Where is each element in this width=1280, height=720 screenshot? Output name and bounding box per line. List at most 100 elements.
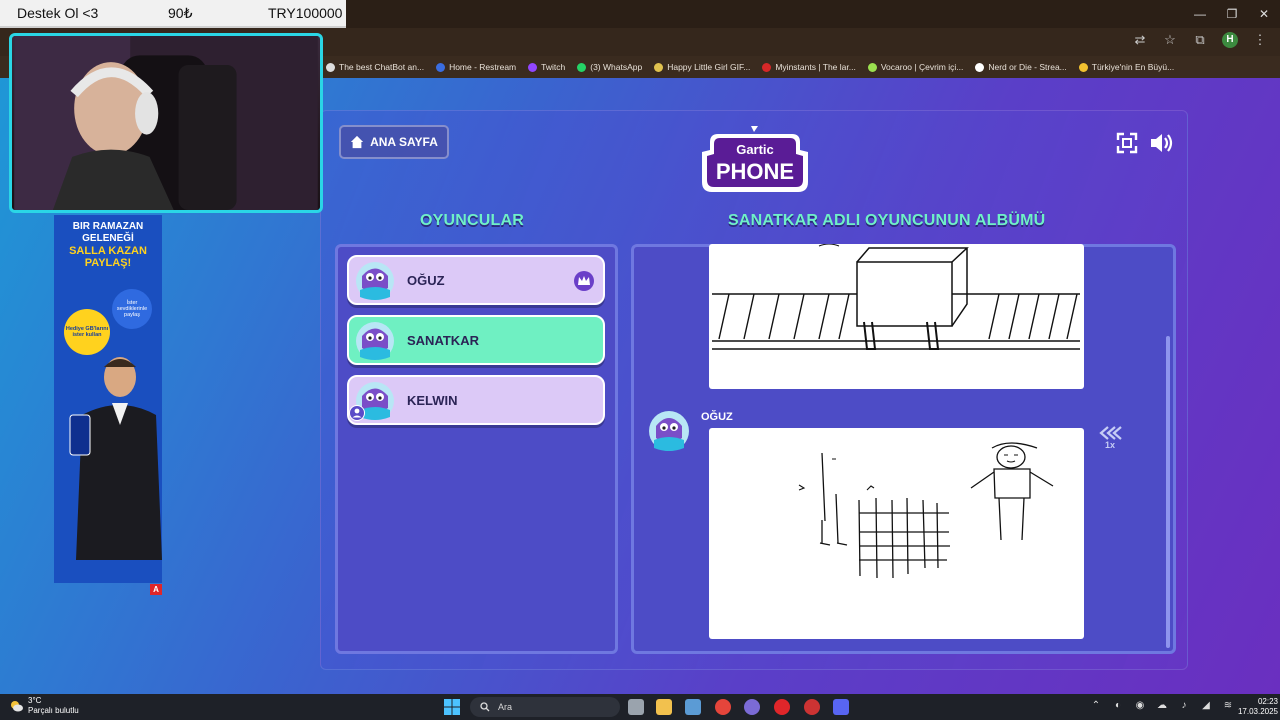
player-name: KELWIN xyxy=(407,392,458,408)
file-explorer-icon[interactable] xyxy=(656,699,672,715)
windows-start-icon[interactable] xyxy=(444,699,460,715)
fullscreen-icon[interactable] xyxy=(1116,132,1138,154)
bookmark-favicon-icon xyxy=(528,62,538,72)
user-icon xyxy=(349,405,365,421)
bookmark-favicon-icon xyxy=(577,62,587,72)
taskbar-search[interactable]: Ara xyxy=(470,697,620,717)
bookmark-label: Twitch xyxy=(541,62,566,72)
bookmark-item[interactable]: Twitch xyxy=(528,62,565,72)
rewind-icon xyxy=(1099,426,1122,440)
bookmark-favicon-icon xyxy=(762,62,772,72)
tray-mic-icon[interactable]: ♪ xyxy=(1178,700,1190,711)
players-panel xyxy=(335,244,618,654)
webcam-feed xyxy=(9,33,323,213)
discord-icon[interactable] xyxy=(833,699,849,715)
tray-edge-icon[interactable]: ◉ xyxy=(1134,700,1146,711)
search-icon xyxy=(480,702,490,712)
menu-icon[interactable]: ⋮ xyxy=(1252,32,1268,48)
tray-chevron-icon[interactable]: ⌃ xyxy=(1090,700,1102,711)
bookmark-item[interactable]: Nerd or Die - Strea... xyxy=(975,62,1067,72)
album-scrollbar[interactable] xyxy=(1166,336,1170,648)
windows-taskbar: 3°C Parçalı bulutlu Ara ⌃ ◐ ◉ ☁ ♪ ◢ ≋ 02… xyxy=(0,694,1280,720)
system-tray: ⌃ ◐ ◉ ☁ ♪ ◢ ≋ xyxy=(1090,700,1234,711)
bookmark-item[interactable]: Happy Little Girl GIF... xyxy=(654,62,750,72)
translate-icon[interactable]: ⇄ xyxy=(1132,32,1148,48)
crown-icon xyxy=(573,270,595,292)
home-icon xyxy=(350,135,364,149)
clock-time: 02:23 xyxy=(1257,697,1278,706)
bookmark-item[interactable]: Vocaroo | Çevrim içi... xyxy=(867,62,964,72)
bookmark-item[interactable]: The best ChatBot an... xyxy=(326,62,424,72)
logo-top-text: Gartic xyxy=(736,142,774,157)
tray-network-icon[interactable]: ≋ xyxy=(1222,700,1234,711)
bookmark-label: Myinstants | The lar... xyxy=(775,62,856,72)
weather-desc: Parçalı bulutlu xyxy=(28,706,79,715)
bookmark-item[interactable]: Home - Restream xyxy=(436,62,516,72)
home-button[interactable]: ANA SAYFA xyxy=(339,125,449,159)
task-view-icon[interactable] xyxy=(628,699,644,715)
extensions-icon[interactable]: ⧉ xyxy=(1192,32,1208,48)
players-heading: OYUNCULAR xyxy=(420,212,525,229)
album-drawing-2 xyxy=(709,428,1084,639)
speed-toggle[interactable]: 1x xyxy=(1097,426,1123,456)
album-drawing-1 xyxy=(709,244,1084,389)
app-icon-purple[interactable] xyxy=(744,699,760,715)
opera-icon[interactable] xyxy=(774,699,790,715)
player-avatar xyxy=(355,321,395,361)
donation-label: Destek Ol <3 xyxy=(17,5,99,21)
player-card[interactable]: KELWIN xyxy=(347,375,605,425)
tray-app-icon[interactable]: ◐ xyxy=(1112,700,1124,711)
restore-icon[interactable]: ❐ xyxy=(1216,0,1248,28)
star-icon[interactable]: ☆ xyxy=(1162,32,1178,48)
bookmark-favicon-icon xyxy=(975,62,985,72)
bookmark-favicon-icon xyxy=(654,62,664,72)
app-icon-red[interactable] xyxy=(804,699,820,715)
minimize-icon[interactable]: — xyxy=(1184,0,1216,28)
bookmark-item[interactable]: Myinstants | The lar... xyxy=(762,62,856,72)
tray-cloud-icon[interactable]: ☁ xyxy=(1156,700,1168,711)
author-avatar xyxy=(649,411,689,451)
ad-banner[interactable]: BIR RAMAZAN GELENEĞİ SALLA KAZAN PAYLAŞ!… xyxy=(54,215,162,583)
bookmark-label: The best ChatBot an... xyxy=(339,62,425,72)
bookmark-favicon-icon xyxy=(326,62,335,72)
weather-temp: 3°C xyxy=(28,696,42,705)
weather-widget[interactable]: 3°C Parçalı bulutlu xyxy=(10,696,79,716)
bookmark-item[interactable]: (3) WhatsApp xyxy=(577,62,642,72)
home-button-label: ANA SAYFA xyxy=(370,135,438,149)
gartic-phone-logo: Gartic PHONE xyxy=(702,126,808,192)
bookmark-favicon-icon xyxy=(867,62,877,72)
logo-bottom-text: PHONE xyxy=(716,159,794,184)
bookmark-item[interactable]: Türkiye'nin En Büyü... xyxy=(1078,62,1175,72)
bookmark-label: (3) WhatsApp xyxy=(590,62,643,72)
player-name: OĞUZ xyxy=(407,272,445,288)
tray-volume-icon[interactable]: ◢ xyxy=(1200,700,1212,711)
chrome-icon[interactable] xyxy=(715,699,731,715)
bookmark-favicon-icon xyxy=(1078,62,1088,72)
player-avatar xyxy=(355,261,395,301)
bookmark-label: Türkiye'nin En Büyü... xyxy=(1091,62,1175,72)
speaker-icon[interactable] xyxy=(1148,130,1174,156)
ad-slogan: SALLA KAZAN PAYLAŞ! xyxy=(69,245,147,269)
cloud-icon xyxy=(11,701,23,712)
player-card[interactable]: OĞUZ xyxy=(347,255,605,305)
bookmark-label: Home - Restream xyxy=(449,62,517,72)
player-name: SANATKAR xyxy=(407,332,479,348)
bookmark-label: Nerd or Die - Strea... xyxy=(988,62,1067,72)
clock-date: 17.03.2025 xyxy=(1237,707,1278,716)
player-card[interactable]: SANATKAR xyxy=(347,315,605,365)
donation-goal: TRY100000 xyxy=(268,5,343,21)
taskbar-clock[interactable]: 02:23 17.03.2025 xyxy=(1238,697,1278,717)
store-icon[interactable] xyxy=(685,699,701,715)
donation-bar: Destek Ol <3 90₺ TRY100000 xyxy=(0,0,346,28)
donation-amount: 90₺ xyxy=(168,4,193,21)
album-heading: SANATKAR ADLI OYUNCUNUN ALBÜMÜ xyxy=(728,212,1046,229)
ad-headline: BIR RAMAZAN GELENEĞİ xyxy=(72,221,144,244)
close-icon[interactable]: ✕ xyxy=(1248,0,1280,28)
album-author-name: OĞUZ xyxy=(701,411,733,423)
ad-brand-logo: A xyxy=(150,584,162,595)
profile-avatar[interactable]: H xyxy=(1222,32,1238,48)
bookmark-label: Vocaroo | Çevrim içi... xyxy=(880,62,964,72)
search-placeholder: Ara xyxy=(498,702,513,712)
speed-label: 1x xyxy=(1104,440,1115,450)
bookmark-label: Happy Little Girl GIF... xyxy=(667,62,751,72)
